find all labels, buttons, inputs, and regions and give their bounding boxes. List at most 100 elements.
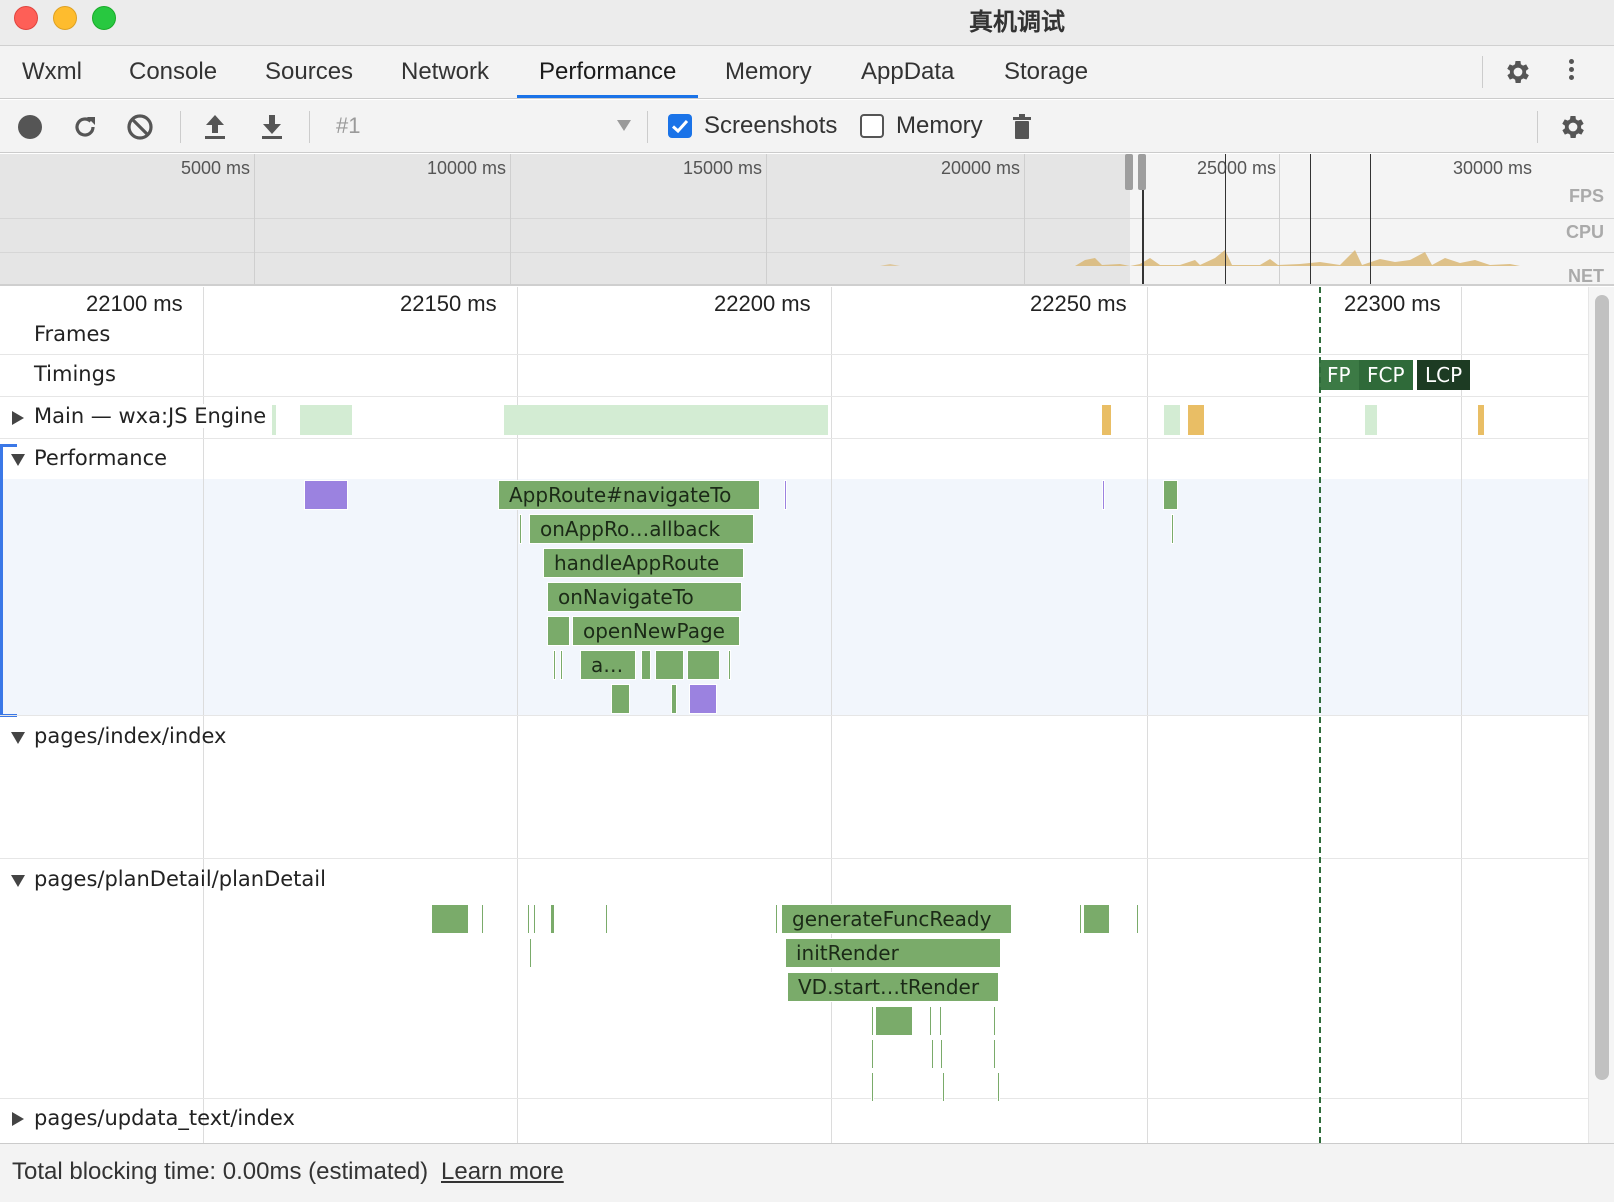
flame-event[interactable] xyxy=(1102,480,1105,510)
tab-sources[interactable]: Sources xyxy=(243,46,375,98)
tab-console[interactable]: Console xyxy=(107,46,239,98)
flame-event[interactable] xyxy=(527,904,530,934)
tab-storage[interactable]: Storage xyxy=(982,46,1110,98)
collapse-triangle-icon[interactable] xyxy=(11,732,25,744)
flame-event[interactable] xyxy=(553,650,556,680)
fcp-marker[interactable]: FCP xyxy=(1359,360,1413,390)
flame-event[interactable] xyxy=(784,480,787,510)
tab-memory[interactable]: Memory xyxy=(703,46,834,98)
flame-event[interactable] xyxy=(611,684,630,714)
more-options-icon[interactable] xyxy=(1565,56,1577,88)
flame-event[interactable]: openNewPage xyxy=(572,616,740,646)
performance-track[interactable]: Performance xyxy=(0,439,1588,479)
flame-event[interactable] xyxy=(728,650,731,680)
flame-event[interactable] xyxy=(547,616,570,646)
memory-checkbox[interactable] xyxy=(860,114,884,138)
flame-event[interactable]: generateFuncReady xyxy=(781,904,1012,934)
flame-event[interactable]: onAppRo…allback xyxy=(529,514,754,544)
flame-event[interactable] xyxy=(993,1006,996,1036)
frames-track[interactable]: Frames xyxy=(0,317,1588,355)
flame-event[interactable] xyxy=(1079,904,1082,934)
overview-marker-line xyxy=(1370,154,1371,284)
main-task[interactable] xyxy=(1102,405,1111,435)
flame-event[interactable] xyxy=(929,1006,932,1036)
tab-wxml[interactable]: Wxml xyxy=(0,46,104,98)
capture-settings-gear-icon[interactable] xyxy=(1558,112,1588,142)
flame-event[interactable] xyxy=(875,1006,913,1036)
main-task[interactable] xyxy=(300,405,352,435)
updata-text-track[interactable]: pages/updata_text/index xyxy=(0,1099,1588,1143)
flame-event[interactable] xyxy=(431,904,469,934)
flame-event[interactable]: AppRoute#navigateTo xyxy=(498,480,760,510)
flame-event[interactable] xyxy=(689,684,717,714)
flame-event[interactable] xyxy=(655,650,684,680)
flame-event[interactable]: handleAppRoute xyxy=(543,548,744,578)
expand-triangle-icon[interactable] xyxy=(12,1112,24,1126)
upload-profile-icon[interactable] xyxy=(200,112,230,142)
main-task[interactable] xyxy=(1164,405,1180,435)
collapse-triangle-icon[interactable] xyxy=(11,875,25,887)
flame-event[interactable] xyxy=(1163,480,1178,510)
flame-event[interactable] xyxy=(775,904,778,934)
flame-event[interactable] xyxy=(871,1072,874,1102)
flame-event[interactable] xyxy=(871,1006,874,1036)
tab-performance[interactable]: Performance xyxy=(517,46,699,98)
recording-select[interactable]: #1 xyxy=(336,110,360,142)
flame-event[interactable] xyxy=(671,684,677,714)
record-icon[interactable] xyxy=(15,112,45,142)
flame-event[interactable]: a… xyxy=(580,650,636,680)
screenshots-checkbox[interactable] xyxy=(668,114,692,138)
flame-event[interactable] xyxy=(533,904,536,934)
fp-marker[interactable]: FP xyxy=(1319,360,1359,390)
screenshots-label[interactable]: Screenshots xyxy=(704,110,837,142)
flame-event[interactable] xyxy=(993,1039,996,1069)
main-task[interactable] xyxy=(272,405,276,435)
flame-event[interactable] xyxy=(939,1006,942,1036)
flame-event[interactable] xyxy=(605,904,608,934)
main-task[interactable] xyxy=(504,405,828,435)
memory-label[interactable]: Memory xyxy=(896,110,983,142)
flame-event[interactable]: onNavigateTo xyxy=(547,582,742,612)
reload-record-icon[interactable] xyxy=(70,112,100,142)
flame-event[interactable]: VD.start…tRender xyxy=(787,972,999,1002)
chevron-down-icon[interactable] xyxy=(617,120,631,131)
clear-icon[interactable] xyxy=(125,112,155,142)
overview-left-handle[interactable] xyxy=(1125,154,1133,190)
tab-appdata[interactable]: AppData xyxy=(839,46,976,98)
index-page-track[interactable]: pages/index/index xyxy=(0,715,1588,859)
flame-event[interactable] xyxy=(871,1039,874,1069)
learn-more-link[interactable]: Learn more xyxy=(441,1158,564,1186)
flame-event[interactable] xyxy=(942,1072,945,1102)
main-task[interactable] xyxy=(1365,405,1377,435)
lcp-marker[interactable]: LCP xyxy=(1417,360,1471,390)
flame-event[interactable] xyxy=(641,650,651,680)
tab-network[interactable]: Network xyxy=(379,46,511,98)
flame-event[interactable] xyxy=(931,1039,934,1069)
flame-event[interactable] xyxy=(1083,904,1110,934)
trash-icon[interactable] xyxy=(1007,112,1037,142)
settings-gear-icon[interactable] xyxy=(1503,57,1533,87)
timeline-overview[interactable]: 5000 ms 10000 ms 15000 ms 20000 ms 25000… xyxy=(0,154,1614,286)
main-task[interactable] xyxy=(1188,405,1204,435)
updata-text-track-label: pages/updata_text/index xyxy=(34,1106,295,1130)
flame-scrollbar[interactable] xyxy=(1588,287,1614,1143)
flame-event[interactable] xyxy=(519,514,522,544)
flame-event[interactable] xyxy=(1171,514,1174,544)
scrollbar-thumb[interactable] xyxy=(1595,295,1609,1080)
flame-event[interactable] xyxy=(940,1039,943,1069)
flame-chart[interactable]: 22100 ms 22150 ms 22200 ms 22250 ms 2230… xyxy=(0,287,1614,1143)
flame-event[interactable]: initRender xyxy=(785,938,1001,968)
flame-event[interactable] xyxy=(1136,904,1139,934)
flame-event[interactable] xyxy=(529,938,532,968)
flame-event[interactable] xyxy=(550,904,555,934)
expand-triangle-icon[interactable] xyxy=(12,411,24,425)
download-profile-icon[interactable] xyxy=(257,112,287,142)
flame-event[interactable] xyxy=(687,650,720,680)
flame-event[interactable] xyxy=(997,1072,1000,1102)
flame-event[interactable] xyxy=(560,650,563,680)
overview-right-handle[interactable] xyxy=(1138,154,1146,190)
collapse-triangle-icon[interactable] xyxy=(11,454,25,466)
flame-event[interactable] xyxy=(481,904,484,934)
main-task[interactable] xyxy=(1478,405,1484,435)
flame-event[interactable] xyxy=(304,480,348,510)
